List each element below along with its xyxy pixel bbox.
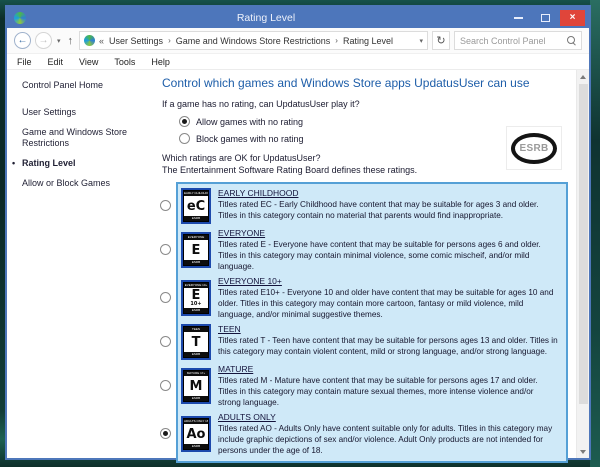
esrb-rating-icon: EVERYONE E ESRB bbox=[181, 232, 211, 268]
maximize-icon bbox=[541, 14, 550, 22]
sidebar-item[interactable]: Game and Windows Store Restrictions bbox=[22, 127, 151, 149]
family-safety-window-icon bbox=[14, 12, 26, 24]
scroll-up-button[interactable] bbox=[577, 70, 589, 83]
rating-description: Titles rated E - Everyone have content t… bbox=[218, 239, 558, 272]
esrb-rating-icon: EVERYONE 10+ E 10+ ESRB bbox=[181, 280, 211, 316]
menu-item[interactable]: Edit bbox=[48, 57, 64, 67]
close-button[interactable]: × bbox=[560, 10, 585, 26]
address-dropdown-icon[interactable]: ▾ bbox=[419, 37, 423, 45]
desktop-background: Rating Level × ← → ▾ ↑ « bbox=[0, 0, 600, 467]
maximize-button[interactable] bbox=[533, 10, 558, 26]
main-pane: Control which games and Windows Store ap… bbox=[155, 70, 576, 458]
rating-radio-button[interactable] bbox=[160, 380, 171, 391]
vertical-scrollbar[interactable] bbox=[576, 70, 589, 458]
search-icon bbox=[567, 36, 576, 45]
scroll-down-icon bbox=[580, 450, 586, 454]
rating-row[interactable]: TEEN T ESRB TEEN Titles bbox=[181, 322, 558, 362]
up-one-level-button[interactable]: ↑ bbox=[66, 35, 76, 47]
breadcrumb-item[interactable]: User Settings bbox=[109, 36, 163, 46]
forward-icon: → bbox=[39, 35, 49, 46]
rating-name: EARLY CHILDHOOD bbox=[218, 188, 558, 199]
esrb-rating-icon: ADULTS ONLY 18+ Ao ESRB bbox=[181, 416, 211, 452]
breadcrumb-separator-icon: › bbox=[335, 36, 338, 45]
scrollbar-thumb[interactable] bbox=[579, 84, 588, 404]
window-title: Rating Level bbox=[26, 12, 506, 24]
minimize-icon bbox=[514, 17, 523, 19]
rating-name: ADULTS ONLY bbox=[218, 412, 558, 423]
back-button[interactable]: ← bbox=[14, 32, 31, 49]
minimize-button[interactable] bbox=[506, 10, 531, 26]
refresh-button[interactable]: ↻ bbox=[432, 31, 450, 50]
rating-radio-button[interactable] bbox=[160, 428, 171, 439]
radio-label: Allow games with no rating bbox=[196, 117, 303, 127]
rating-row[interactable]: EARLY CHILDHOOD eC ESRB EARLY CHILDHOOD bbox=[181, 186, 558, 226]
rating-description: Titles rated T - Teen have content that … bbox=[218, 335, 558, 357]
radio-label: Block games with no rating bbox=[196, 134, 304, 144]
rating-level-window: Rating Level × ← → ▾ ↑ « bbox=[5, 5, 591, 460]
esrb-rating-icon: MATURE 17+ M ESRB bbox=[181, 368, 211, 404]
radio-button[interactable] bbox=[179, 133, 190, 144]
control-panel-icon bbox=[84, 35, 95, 46]
rating-description: Titles rated M - Mature have content tha… bbox=[218, 375, 558, 408]
rating-radio-button[interactable] bbox=[160, 292, 171, 303]
rating-name: MATURE bbox=[218, 364, 558, 375]
refresh-icon: ↻ bbox=[436, 34, 445, 47]
breadcrumb-item[interactable]: Game and Windows Store Restrictions bbox=[176, 36, 331, 46]
rating-row[interactable]: EVERYONE E ESRB EVERYONE bbox=[181, 226, 558, 274]
address-bar[interactable]: « User Settings › Game and Windows Store… bbox=[79, 31, 428, 50]
rating-radio-button[interactable] bbox=[160, 244, 171, 255]
no-rating-question: If a game has no rating, can UpdatusUser… bbox=[162, 99, 568, 109]
search-box bbox=[454, 31, 582, 50]
sidebar-item[interactable]: Allow or Block Games bbox=[22, 178, 151, 189]
breadcrumb-item[interactable]: Rating Level bbox=[343, 36, 393, 46]
rating-name: TEEN bbox=[218, 324, 558, 335]
menu-item[interactable]: File bbox=[17, 57, 32, 67]
breadcrumb-prefix: « bbox=[99, 36, 104, 46]
esrb-logo: ESRB bbox=[506, 126, 562, 170]
rating-row[interactable]: ADULTS ONLY 18+ Ao ESRB ADULTS ONLY bbox=[181, 410, 558, 458]
sidebar: Control Panel Home User Settings Game an… bbox=[7, 70, 155, 458]
forward-button[interactable]: → bbox=[35, 32, 52, 49]
search-input[interactable] bbox=[460, 36, 563, 46]
page-title: Control which games and Windows Store ap… bbox=[162, 76, 568, 90]
menu-item[interactable]: View bbox=[79, 57, 98, 67]
esrb-rating-icon: TEEN T ESRB bbox=[181, 324, 211, 360]
back-icon: ← bbox=[18, 35, 28, 46]
rating-radio-button[interactable] bbox=[160, 200, 171, 211]
recent-pages-dropdown[interactable]: ▾ bbox=[56, 37, 62, 45]
rating-radio-button[interactable] bbox=[160, 336, 171, 347]
menu-bar: File Edit View Tools Help bbox=[7, 54, 589, 70]
menu-item[interactable]: Help bbox=[151, 57, 170, 67]
rating-description: Titles rated E10+ - Everyone 10 and olde… bbox=[218, 287, 558, 320]
ratings-list: EARLY CHILDHOOD eC ESRB EARLY CHILDHOOD bbox=[176, 182, 568, 463]
close-icon: × bbox=[570, 13, 576, 23]
breadcrumb: « User Settings › Game and Windows Store… bbox=[99, 36, 415, 46]
sidebar-item[interactable]: Control Panel Home bbox=[22, 80, 151, 91]
navigation-toolbar: ← → ▾ ↑ « User Settings › bbox=[7, 28, 589, 54]
esrb-oval-icon: ESRB bbox=[511, 133, 557, 164]
rating-name: EVERYONE 10+ bbox=[218, 276, 558, 287]
menu-item[interactable]: Tools bbox=[114, 57, 135, 67]
scroll-down-button[interactable] bbox=[577, 445, 589, 458]
rating-row[interactable]: MATURE 17+ M ESRB MATURE bbox=[181, 362, 558, 410]
breadcrumb-separator-icon: › bbox=[168, 36, 171, 45]
sidebar-item[interactable]: User Settings bbox=[22, 107, 151, 118]
rating-description: Titles rated EC - Early Childhood have c… bbox=[218, 199, 558, 221]
esrb-rating-icon: EARLY CHILDHOOD eC ESRB bbox=[181, 188, 211, 224]
rating-name: EVERYONE bbox=[218, 228, 558, 239]
title-bar[interactable]: Rating Level × bbox=[7, 7, 589, 28]
rating-row[interactable]: EVERYONE 10+ E 10+ ESRB EVERYONE 10+ bbox=[181, 274, 558, 322]
radio-button[interactable] bbox=[179, 116, 190, 127]
scroll-up-icon bbox=[580, 75, 586, 79]
rating-description: Titles rated AO - Adults Only have conte… bbox=[218, 423, 558, 456]
sidebar-item[interactable]: Rating Level bbox=[22, 158, 151, 169]
